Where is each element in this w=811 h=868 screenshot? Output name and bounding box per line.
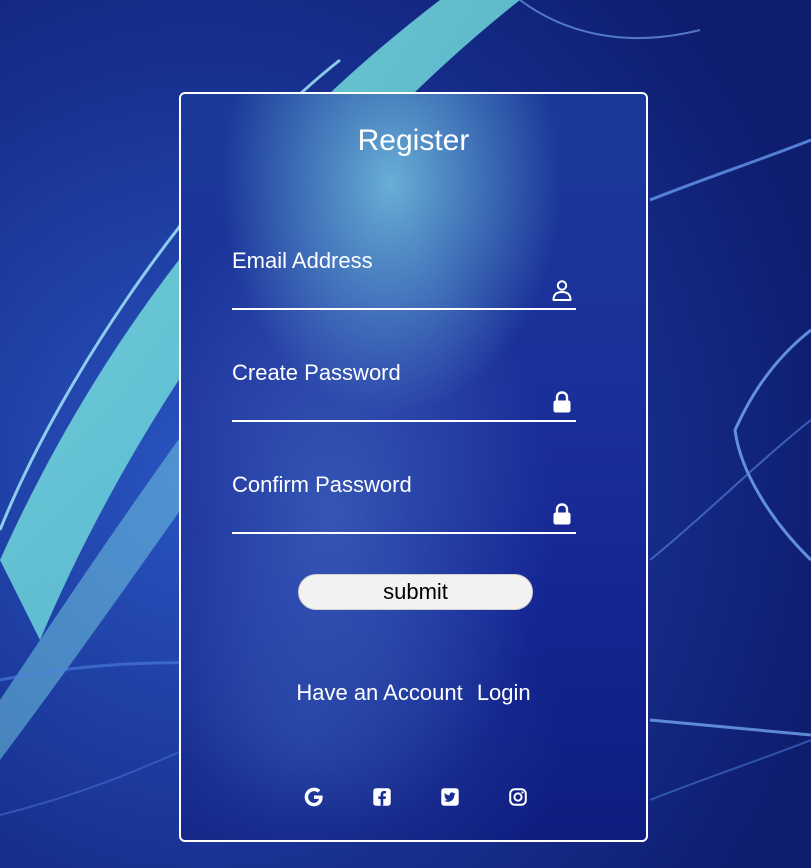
password-label: Create Password [232,360,401,385]
account-row: Have an Account Login [181,680,646,706]
lock-icon [553,391,571,413]
facebook-icon[interactable] [371,786,393,808]
register-title: Register [357,124,470,157]
confirm-password-input[interactable] [232,500,546,530]
register-card: Register Email Address Create Password C… [179,92,648,842]
user-icon [552,280,572,301]
submit-button[interactable]: submit [298,574,533,610]
twitter-icon[interactable] [439,786,461,808]
instagram-icon[interactable] [507,786,529,808]
have-account-text: Have an Account [296,680,463,705]
confirm-password-field-group: Confirm Password [232,472,576,534]
login-link[interactable]: Login [477,680,531,705]
email-label: Email Address [232,248,373,273]
google-icon[interactable] [303,786,325,808]
email-input[interactable] [232,276,546,306]
email-field-group: Email Address [232,248,576,310]
lock-icon [553,503,571,525]
password-field-group: Create Password [232,360,576,422]
password-input[interactable] [232,388,546,418]
confirm-password-label: Confirm Password [232,472,412,497]
